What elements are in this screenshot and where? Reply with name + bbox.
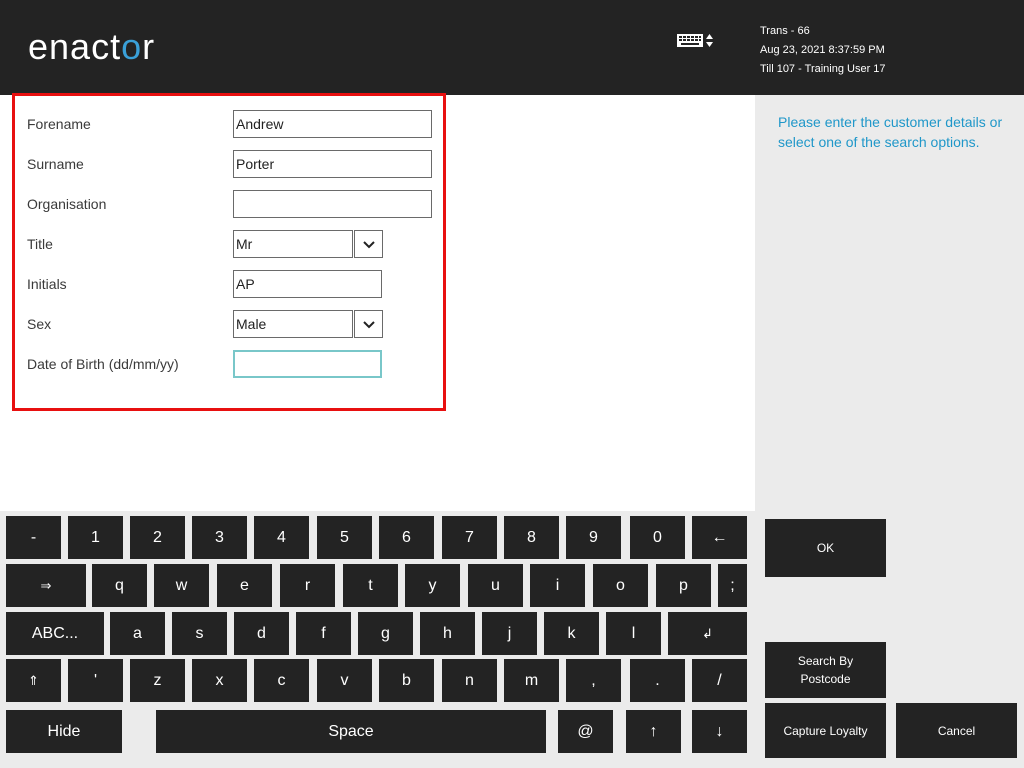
key-tab[interactable]: ⇒ (6, 564, 86, 607)
key-slash[interactable]: / (692, 659, 747, 702)
organisation-input[interactable] (233, 190, 432, 218)
key-enter[interactable]: ↲ (668, 612, 747, 655)
key-t[interactable]: t (343, 564, 398, 607)
key-q[interactable]: q (92, 564, 147, 607)
chevron-down-icon (363, 241, 375, 249)
capture-loyalty-button[interactable]: Capture Loyalty (765, 703, 886, 758)
key-y[interactable]: y (405, 564, 460, 607)
key-z[interactable]: z (130, 659, 185, 702)
key-semicolon[interactable]: ; (718, 564, 747, 607)
chevron-down-icon (363, 321, 375, 329)
initials-input[interactable]: AP (233, 270, 382, 298)
sex-label: Sex (27, 316, 52, 332)
key-p[interactable]: p (656, 564, 711, 607)
key-at[interactable]: @ (558, 710, 613, 753)
keyboard-toggle-icon[interactable] (676, 30, 716, 50)
key-abc-toggle[interactable]: ABC... (6, 612, 104, 655)
key-g[interactable]: g (358, 612, 413, 655)
title-select[interactable]: Mr (233, 230, 353, 258)
search-by-postcode-label-2: Postcode (800, 672, 851, 686)
key-3[interactable]: 3 (192, 516, 247, 559)
cancel-button[interactable]: Cancel (896, 703, 1017, 758)
key-shift[interactable]: ⇑ (6, 659, 61, 702)
key-w[interactable]: w (154, 564, 209, 607)
search-by-postcode-button[interactable]: Search By Postcode (765, 642, 886, 698)
key-backspace[interactable]: ← (692, 516, 747, 559)
key-space[interactable]: Space (156, 710, 546, 753)
forename-input[interactable]: Andrew (233, 110, 432, 138)
key-o[interactable]: o (593, 564, 648, 607)
key-e[interactable]: e (217, 564, 272, 607)
title-label: Title (27, 236, 53, 252)
key-down-arrow[interactable]: ↓ (692, 710, 747, 753)
instruction-text: Please enter the customer details or sel… (778, 114, 1003, 150)
surname-label: Surname (27, 156, 84, 172)
logo-accent-letter: o (121, 26, 143, 67)
key-0[interactable]: 0 (630, 516, 685, 559)
forename-label: Forename (27, 116, 91, 132)
enactor-logo: enactor (28, 26, 156, 67)
key-x[interactable]: x (192, 659, 247, 702)
organisation-label: Organisation (27, 196, 107, 212)
search-by-postcode-label-1: Search By (797, 654, 854, 668)
till-user: Till 107 - Training User 17 (760, 63, 886, 75)
key-period[interactable]: . (630, 659, 685, 702)
key-m[interactable]: m (504, 659, 559, 702)
key-1[interactable]: 1 (68, 516, 123, 559)
initials-label: Initials (27, 276, 67, 292)
transaction-info: Trans - 66 Aug 23, 2021 8:37:59 PM Till … (760, 22, 886, 79)
key-9[interactable]: 9 (566, 516, 621, 559)
ok-button[interactable]: OK (765, 519, 886, 577)
dob-input[interactable] (233, 350, 382, 378)
pos-screen: enactor Trans - 66 Aug 23, 2021 8:37:59 … (0, 0, 1024, 768)
key-h[interactable]: h (420, 612, 475, 655)
key-l[interactable]: l (606, 612, 661, 655)
key-2[interactable]: 2 (130, 516, 185, 559)
key-k[interactable]: k (544, 612, 599, 655)
key-j[interactable]: j (482, 612, 537, 655)
key-n[interactable]: n (442, 659, 497, 702)
transaction-number: Trans - 66 (760, 25, 810, 37)
key-4[interactable]: 4 (254, 516, 309, 559)
sex-dropdown-button[interactable] (354, 310, 383, 338)
key-hide[interactable]: Hide (6, 710, 122, 753)
key-d[interactable]: d (234, 612, 289, 655)
key-f[interactable]: f (296, 612, 351, 655)
key-r[interactable]: r (280, 564, 335, 607)
key-6[interactable]: 6 (379, 516, 434, 559)
key-comma[interactable]: , (566, 659, 621, 702)
key-minus[interactable]: - (6, 516, 61, 559)
key-up-arrow[interactable]: ↑ (626, 710, 681, 753)
title-dropdown-button[interactable] (354, 230, 383, 258)
key-b[interactable]: b (379, 659, 434, 702)
key-s[interactable]: s (172, 612, 227, 655)
key-8[interactable]: 8 (504, 516, 559, 559)
key-u[interactable]: u (468, 564, 523, 607)
key-5[interactable]: 5 (317, 516, 372, 559)
key-i[interactable]: i (530, 564, 585, 607)
key-7[interactable]: 7 (442, 516, 497, 559)
key-a[interactable]: a (110, 612, 165, 655)
dob-label: Date of Birth (dd/mm/yy) (27, 356, 179, 372)
surname-input[interactable]: Porter (233, 150, 432, 178)
key-v[interactable]: v (317, 659, 372, 702)
transaction-datetime: Aug 23, 2021 8:37:59 PM (760, 44, 885, 56)
sex-select[interactable]: Male (233, 310, 353, 338)
key-apostrophe[interactable]: ' (68, 659, 123, 702)
key-c[interactable]: c (254, 659, 309, 702)
header-bar: enactor Trans - 66 Aug 23, 2021 8:37:59 … (0, 0, 1024, 95)
